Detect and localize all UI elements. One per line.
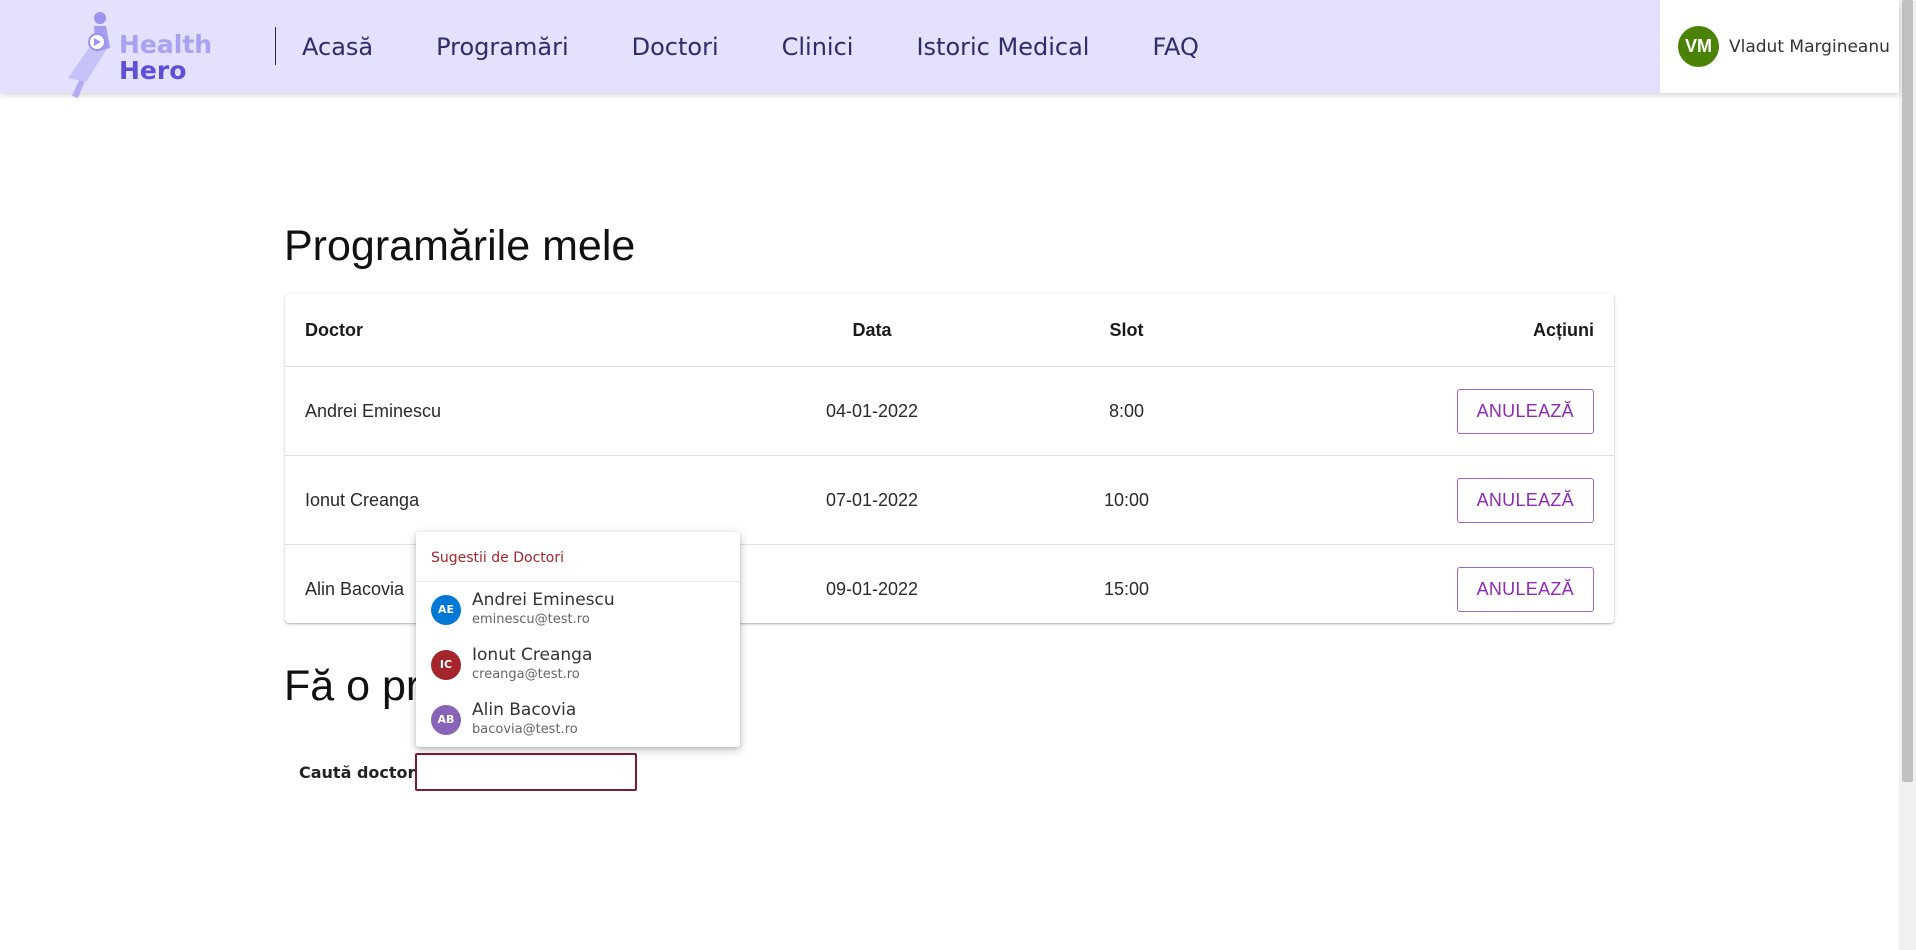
superhero-logo-icon bbox=[68, 12, 110, 98]
nav-home[interactable]: Acasă bbox=[302, 33, 373, 61]
page-title: Programările mele bbox=[284, 222, 636, 270]
search-doctor-input[interactable] bbox=[415, 753, 637, 791]
cell-slot: 8:00 bbox=[1018, 366, 1235, 456]
doctor-suggestions-dropdown: Sugestii de Doctori AE Andrei Eminescu e… bbox=[416, 532, 740, 747]
main-nav: Acasă Programări Doctori Clinici Istoric… bbox=[302, 0, 1262, 93]
nav-medical-history[interactable]: Istoric Medical bbox=[916, 33, 1089, 61]
logo-text-hero: Hero bbox=[119, 56, 187, 85]
nav-appointments[interactable]: Programări bbox=[436, 33, 569, 61]
doctor-avatar: IC bbox=[431, 649, 461, 680]
cell-date: 09-01-2022 bbox=[825, 578, 919, 599]
health-hero-logo[interactable]: Health Hero bbox=[66, 8, 216, 98]
cell-slot: 10:00 bbox=[1018, 455, 1235, 545]
cell-doctor: Andrei Eminescu bbox=[285, 366, 726, 456]
suggestion-email: bacovia@test.ro bbox=[472, 721, 578, 737]
header-divider bbox=[275, 27, 276, 65]
user-avatar: VM bbox=[1678, 26, 1719, 67]
cell-actions: ANULEAZĂ bbox=[1235, 455, 1614, 545]
suggestion-email: eminescu@test.ro bbox=[472, 611, 590, 627]
suggestion-item[interactable]: AB Alin Bacovia bacovia@test.ro bbox=[416, 692, 740, 747]
user-name: Vladut Margineanu bbox=[1729, 36, 1890, 57]
column-header-slot: Slot bbox=[1018, 294, 1235, 367]
cell-date: 07-01-2022 bbox=[726, 455, 1018, 545]
cell-actions: ANULEAZĂ bbox=[1235, 366, 1614, 456]
doctor-avatar: AE bbox=[431, 594, 461, 625]
column-header-doctor: Doctor bbox=[285, 294, 726, 367]
nav-clinics[interactable]: Clinici bbox=[782, 33, 854, 61]
search-doctor-label: Caută doctor bbox=[299, 763, 416, 782]
cancel-appointment-button[interactable]: ANULEAZĂ bbox=[1456, 388, 1594, 434]
suggestion-email: creanga@test.ro bbox=[472, 666, 580, 682]
column-header-date: Data bbox=[726, 294, 1018, 367]
table-row: Andrei Eminescu 04-01-2022 8:00 ANULEAZĂ bbox=[285, 366, 1614, 456]
nav-faq[interactable]: FAQ bbox=[1152, 33, 1199, 61]
page-scrollbar[interactable] bbox=[1899, 0, 1916, 950]
scrollbar-thumb[interactable] bbox=[1902, 0, 1913, 782]
table-header-row: Doctor Data Slot Acțiuni bbox=[285, 294, 1614, 367]
user-menu[interactable]: VM Vladut Margineanu bbox=[1660, 0, 1899, 93]
top-navbar: Health Hero Acasă Programări Doctori Cli… bbox=[0, 0, 1899, 98]
cancel-appointment-button[interactable]: ANULEAZĂ bbox=[1456, 566, 1594, 612]
suggestion-item[interactable]: AE Andrei Eminescu eminescu@test.ro bbox=[416, 582, 740, 637]
column-header-actions: Acțiuni bbox=[1235, 294, 1614, 367]
cancel-appointment-button[interactable]: ANULEAZĂ bbox=[1456, 477, 1594, 523]
cell-actions: ANULEAZĂ bbox=[1235, 545, 1614, 634]
suggestion-name: Ionut Creanga bbox=[472, 644, 593, 665]
suggestion-item[interactable]: IC Ionut Creanga creanga@test.ro bbox=[416, 637, 740, 692]
nav-doctors[interactable]: Doctori bbox=[632, 33, 719, 61]
cell-slot: 15:00 bbox=[1103, 578, 1150, 599]
logo-text-health: Health bbox=[119, 30, 213, 59]
suggestion-name: Alin Bacovia bbox=[472, 699, 577, 720]
cell-date: 04-01-2022 bbox=[726, 366, 1018, 456]
doctor-avatar: AB bbox=[431, 704, 461, 735]
suggestions-header: Sugestii de Doctori bbox=[416, 532, 740, 582]
suggestion-name: Andrei Eminescu bbox=[472, 589, 615, 610]
